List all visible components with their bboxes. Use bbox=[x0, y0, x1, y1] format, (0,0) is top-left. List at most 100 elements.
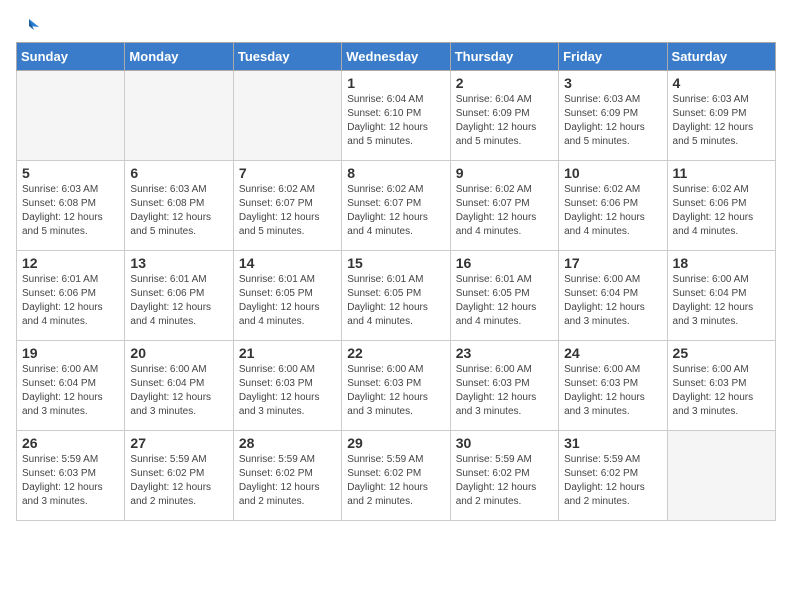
calendar-cell: 5 Sunrise: 6:03 AM Sunset: 6:08 PM Daylig… bbox=[17, 161, 125, 251]
day-number: 20 bbox=[130, 345, 227, 361]
day-info: Sunrise: 6:01 AM Sunset: 6:05 PM Dayligh… bbox=[347, 273, 444, 329]
day-info: Sunrise: 6:02 AM Sunset: 6:07 PM Dayligh… bbox=[239, 183, 336, 239]
calendar-cell: 18 Sunrise: 6:00 AM Sunset: 6:04 PM Dayli… bbox=[667, 251, 775, 341]
day-number: 31 bbox=[564, 435, 661, 451]
day-info: Sunrise: 5:59 AM Sunset: 6:02 PM Dayligh… bbox=[347, 453, 444, 509]
day-info: Sunrise: 5:59 AM Sunset: 6:02 PM Dayligh… bbox=[239, 453, 336, 509]
calendar-cell: 10 Sunrise: 6:02 AM Sunset: 6:06 PM Dayli… bbox=[559, 161, 667, 251]
calendar-week-row: 1Sunrise: 6:04 AM Sunset: 6:10 PM Daylig… bbox=[17, 71, 776, 161]
calendar-cell: 23Sunrise: 6:00 AM Sunset: 6:03 PM Dayli… bbox=[450, 341, 558, 431]
calendar-cell: 13 Sunrise: 6:01 AM Sunset: 6:06 PM Dayli… bbox=[125, 251, 233, 341]
calendar-cell: 27 Sunrise: 5:59 AM Sunset: 6:02 PM Dayli… bbox=[125, 431, 233, 521]
calendar-cell: 20Sunrise: 6:00 AM Sunset: 6:04 PM Dayli… bbox=[125, 341, 233, 431]
day-info: Sunrise: 5:59 AM Sunset: 6:02 PM Dayligh… bbox=[130, 453, 227, 509]
day-info: Sunrise: 6:01 AM Sunset: 6:05 PM Dayligh… bbox=[239, 273, 336, 329]
day-info: Sunrise: 6:04 AM Sunset: 6:09 PM Dayligh… bbox=[456, 93, 553, 149]
calendar-cell: 21 Sunrise: 6:00 AM Sunset: 6:03 PM Dayli… bbox=[233, 341, 341, 431]
day-info: Sunrise: 5:59 AM Sunset: 6:02 PM Dayligh… bbox=[564, 453, 661, 509]
col-header-friday: Friday bbox=[559, 43, 667, 71]
calendar-cell: 9 Sunrise: 6:02 AM Sunset: 6:07 PM Daylig… bbox=[450, 161, 558, 251]
logo bbox=[16, 16, 40, 34]
day-number: 25 bbox=[673, 345, 770, 361]
calendar-header-row: SundayMondayTuesdayWednesdayThursdayFrid… bbox=[17, 43, 776, 71]
calendar-week-row: 26Sunrise: 5:59 AM Sunset: 6:03 PM Dayli… bbox=[17, 431, 776, 521]
calendar-cell: 6 Sunrise: 6:03 AM Sunset: 6:08 PM Daylig… bbox=[125, 161, 233, 251]
day-number: 9 bbox=[456, 165, 553, 181]
day-number: 24 bbox=[564, 345, 661, 361]
calendar-cell: 3Sunrise: 6:03 AM Sunset: 6:09 PM Daylig… bbox=[559, 71, 667, 161]
calendar-cell: 2 Sunrise: 6:04 AM Sunset: 6:09 PM Daylig… bbox=[450, 71, 558, 161]
day-info: Sunrise: 6:01 AM Sunset: 6:06 PM Dayligh… bbox=[22, 273, 119, 329]
page-header bbox=[16, 16, 776, 34]
day-info: Sunrise: 6:00 AM Sunset: 6:04 PM Dayligh… bbox=[673, 273, 770, 329]
day-number: 12 bbox=[22, 255, 119, 271]
day-number: 21 bbox=[239, 345, 336, 361]
calendar-cell: 12 Sunrise: 6:01 AM Sunset: 6:06 PM Dayli… bbox=[17, 251, 125, 341]
calendar-cell: 19 Sunrise: 6:00 AM Sunset: 6:04 PM Dayli… bbox=[17, 341, 125, 431]
col-header-monday: Monday bbox=[125, 43, 233, 71]
day-info: Sunrise: 6:02 AM Sunset: 6:07 PM Dayligh… bbox=[456, 183, 553, 239]
day-number: 19 bbox=[22, 345, 119, 361]
calendar-cell: 14 Sunrise: 6:01 AM Sunset: 6:05 PM Dayli… bbox=[233, 251, 341, 341]
calendar-cell: 8 Sunrise: 6:02 AM Sunset: 6:07 PM Daylig… bbox=[342, 161, 450, 251]
day-info: Sunrise: 6:02 AM Sunset: 6:06 PM Dayligh… bbox=[673, 183, 770, 239]
calendar-week-row: 12 Sunrise: 6:01 AM Sunset: 6:06 PM Dayli… bbox=[17, 251, 776, 341]
calendar-cell: 30 Sunrise: 5:59 AM Sunset: 6:02 PM Dayli… bbox=[450, 431, 558, 521]
day-number: 14 bbox=[239, 255, 336, 271]
day-number: 27 bbox=[130, 435, 227, 451]
day-number: 30 bbox=[456, 435, 553, 451]
day-number: 28 bbox=[239, 435, 336, 451]
day-number: 5 bbox=[22, 165, 119, 181]
day-number: 11 bbox=[673, 165, 770, 181]
day-number: 2 bbox=[456, 75, 553, 91]
day-info: Sunrise: 6:03 AM Sunset: 6:08 PM Dayligh… bbox=[130, 183, 227, 239]
calendar-cell bbox=[17, 71, 125, 161]
day-number: 22 bbox=[347, 345, 444, 361]
calendar-cell: 26Sunrise: 5:59 AM Sunset: 6:03 PM Dayli… bbox=[17, 431, 125, 521]
calendar-cell: 28 Sunrise: 5:59 AM Sunset: 6:02 PM Dayli… bbox=[233, 431, 341, 521]
calendar-week-row: 5 Sunrise: 6:03 AM Sunset: 6:08 PM Daylig… bbox=[17, 161, 776, 251]
day-info: Sunrise: 6:00 AM Sunset: 6:03 PM Dayligh… bbox=[564, 363, 661, 419]
col-header-saturday: Saturday bbox=[667, 43, 775, 71]
calendar-cell: 31 Sunrise: 5:59 AM Sunset: 6:02 PM Dayli… bbox=[559, 431, 667, 521]
calendar-cell: 4 Sunrise: 6:03 AM Sunset: 6:09 PM Daylig… bbox=[667, 71, 775, 161]
day-number: 23 bbox=[456, 345, 553, 361]
day-info: Sunrise: 5:59 AM Sunset: 6:02 PM Dayligh… bbox=[456, 453, 553, 509]
logo-bird-icon bbox=[18, 16, 40, 38]
day-info: Sunrise: 6:03 AM Sunset: 6:08 PM Dayligh… bbox=[22, 183, 119, 239]
calendar-cell: 22 Sunrise: 6:00 AM Sunset: 6:03 PM Dayli… bbox=[342, 341, 450, 431]
day-info: Sunrise: 6:01 AM Sunset: 6:06 PM Dayligh… bbox=[130, 273, 227, 329]
day-number: 18 bbox=[673, 255, 770, 271]
day-info: Sunrise: 6:01 AM Sunset: 6:05 PM Dayligh… bbox=[456, 273, 553, 329]
calendar-week-row: 19 Sunrise: 6:00 AM Sunset: 6:04 PM Dayli… bbox=[17, 341, 776, 431]
day-number: 29 bbox=[347, 435, 444, 451]
calendar-cell: 1Sunrise: 6:04 AM Sunset: 6:10 PM Daylig… bbox=[342, 71, 450, 161]
calendar-cell: 24 Sunrise: 6:00 AM Sunset: 6:03 PM Dayli… bbox=[559, 341, 667, 431]
calendar-cell: 25 Sunrise: 6:00 AM Sunset: 6:03 PM Dayli… bbox=[667, 341, 775, 431]
day-info: Sunrise: 6:02 AM Sunset: 6:06 PM Dayligh… bbox=[564, 183, 661, 239]
day-number: 6 bbox=[130, 165, 227, 181]
day-info: Sunrise: 6:02 AM Sunset: 6:07 PM Dayligh… bbox=[347, 183, 444, 239]
day-info: Sunrise: 6:03 AM Sunset: 6:09 PM Dayligh… bbox=[673, 93, 770, 149]
day-number: 13 bbox=[130, 255, 227, 271]
calendar-cell bbox=[125, 71, 233, 161]
day-number: 10 bbox=[564, 165, 661, 181]
day-number: 17 bbox=[564, 255, 661, 271]
day-info: Sunrise: 6:00 AM Sunset: 6:03 PM Dayligh… bbox=[239, 363, 336, 419]
day-number: 16 bbox=[456, 255, 553, 271]
day-number: 8 bbox=[347, 165, 444, 181]
day-number: 15 bbox=[347, 255, 444, 271]
calendar-cell: 15 Sunrise: 6:01 AM Sunset: 6:05 PM Dayli… bbox=[342, 251, 450, 341]
day-info: Sunrise: 6:00 AM Sunset: 6:03 PM Dayligh… bbox=[673, 363, 770, 419]
col-header-thursday: Thursday bbox=[450, 43, 558, 71]
calendar-cell: 7 Sunrise: 6:02 AM Sunset: 6:07 PM Daylig… bbox=[233, 161, 341, 251]
calendar-table: SundayMondayTuesdayWednesdayThursdayFrid… bbox=[16, 42, 776, 521]
day-number: 4 bbox=[673, 75, 770, 91]
col-header-tuesday: Tuesday bbox=[233, 43, 341, 71]
day-info: Sunrise: 6:00 AM Sunset: 6:04 PM Dayligh… bbox=[564, 273, 661, 329]
day-number: 3 bbox=[564, 75, 661, 91]
day-info: Sunrise: 6:00 AM Sunset: 6:03 PM Dayligh… bbox=[347, 363, 444, 419]
day-number: 7 bbox=[239, 165, 336, 181]
day-info: Sunrise: 6:00 AM Sunset: 6:04 PM Dayligh… bbox=[22, 363, 119, 419]
calendar-cell bbox=[233, 71, 341, 161]
